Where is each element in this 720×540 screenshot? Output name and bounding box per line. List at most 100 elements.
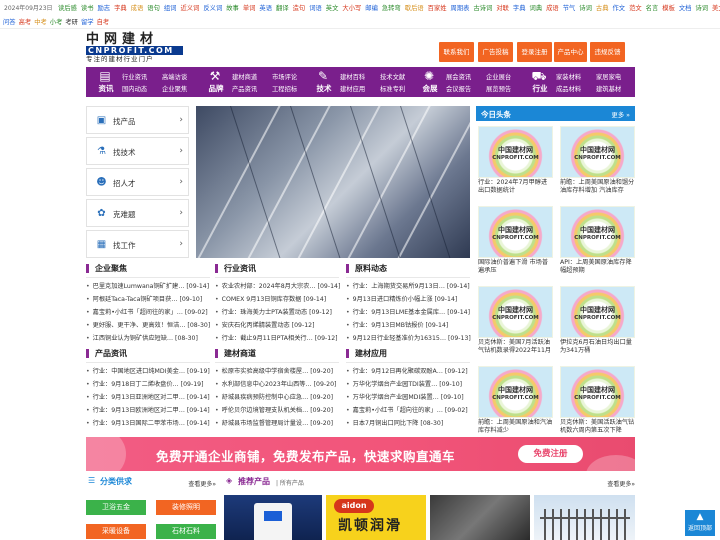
news-item[interactable]: 行业：9月13日MB钴报价 [09-14] bbox=[346, 320, 471, 329]
secondary-link[interactable]: 自考 bbox=[97, 19, 110, 26]
free-register-button[interactable]: 免费注册 bbox=[518, 445, 583, 463]
news-item[interactable]: 更好服、更干净、更高效！恒洁… [08-30] bbox=[86, 320, 211, 329]
secondary-link[interactable]: 高考 bbox=[19, 19, 32, 26]
top-link[interactable]: 语句 bbox=[147, 5, 160, 12]
top-link[interactable]: 故事 bbox=[226, 5, 239, 12]
nav-link[interactable]: 会议报告 bbox=[446, 84, 471, 93]
news-item[interactable]: 舒城县疾病预防控制中心应急… [09-20] bbox=[215, 392, 340, 401]
category-more-link[interactable]: 查看更多» bbox=[188, 479, 216, 488]
news-item[interactable]: 行业：9月13日欧洲地区对二甲… [09-14] bbox=[86, 405, 211, 414]
nav-link[interactable]: 产品资讯 bbox=[232, 84, 257, 93]
top-link[interactable]: 成语 bbox=[131, 5, 144, 12]
top-link[interactable]: 范文 bbox=[629, 5, 642, 12]
news-item[interactable]: 行业：截止9月11日PTA相关行… [09-12] bbox=[215, 333, 340, 342]
headlines-more-link[interactable]: 更多 » bbox=[612, 110, 630, 119]
left-menu-item[interactable]: ▦ 找工作 › bbox=[86, 230, 189, 258]
news-section-title[interactable]: 建材应用 bbox=[346, 349, 387, 358]
news-item[interactable]: 舒城县市场监督管理局计量设… [09-20] bbox=[215, 418, 340, 427]
news-item[interactable]: 万华化学烟台产业园TDI装置… [09-10] bbox=[346, 379, 471, 388]
top-link[interactable]: 模板 bbox=[662, 5, 675, 12]
top-link[interactable]: 节气 bbox=[563, 5, 576, 12]
news-item[interactable]: 行业：中国地区进口纯MDI美金… [09-19] bbox=[86, 366, 211, 375]
news-item[interactable]: 9月12日行业轻基准价为16315… [09-13] bbox=[346, 333, 471, 342]
nav-link[interactable]: 企业展台 bbox=[486, 72, 511, 81]
left-menu-item[interactable]: ✿ 克难题 › bbox=[86, 199, 189, 227]
news-section-title[interactable]: 建材商道 bbox=[215, 349, 256, 358]
top-link[interactable]: 励志 bbox=[97, 5, 110, 12]
nav-link[interactable]: 企业聚焦 bbox=[162, 84, 187, 93]
news-item[interactable]: 行业：9月12日再化聚碳双酚A… [09-12] bbox=[346, 366, 471, 375]
top-link[interactable]: 名言 bbox=[646, 5, 659, 12]
nav-link[interactable]: 展会资讯 bbox=[446, 72, 471, 81]
product-image-kaidun-lube[interactable]: aidon 凯顿润滑 bbox=[326, 495, 426, 540]
news-item[interactable]: 嘉宝莉•小红书「超间往的家」… [09-02] bbox=[86, 307, 211, 316]
category-button[interactable]: 采暖设备 bbox=[86, 524, 146, 539]
secondary-link[interactable]: 留学 bbox=[81, 19, 94, 26]
nav-link[interactable]: 建材百科 bbox=[340, 72, 365, 81]
top-link[interactable]: 古典 bbox=[596, 5, 609, 12]
nav-title[interactable]: 品牌 bbox=[202, 83, 230, 94]
top-link[interactable]: 百家姓 bbox=[428, 5, 447, 12]
category-button[interactable]: 装修照明 bbox=[156, 500, 216, 515]
news-section-title[interactable]: 产品资讯 bbox=[86, 349, 127, 358]
top-link[interactable]: 造句 bbox=[293, 5, 306, 12]
secondary-link[interactable]: 问答 bbox=[3, 19, 16, 26]
top-link[interactable]: 文档 bbox=[679, 5, 692, 12]
news-item[interactable]: 行业：9月13日亚洲地区对二甲… [09-14] bbox=[86, 392, 211, 401]
top-link[interactable]: 作文 bbox=[612, 5, 625, 12]
news-item[interactable]: 水利部信息中心2023年山西等… [09-20] bbox=[215, 379, 340, 388]
top-link[interactable]: 字典 bbox=[114, 5, 127, 12]
products-more-link[interactable]: 查看更多» bbox=[607, 479, 635, 488]
top-link[interactable]: 美文 bbox=[712, 5, 720, 12]
all-products-link[interactable]: | 所有产品 bbox=[276, 478, 304, 487]
product-center-button[interactable]: 产品中心 bbox=[554, 42, 587, 62]
nav-link[interactable]: 建材商道 bbox=[232, 72, 257, 81]
site-logo[interactable]: 中网建材 CNPROFIT.COM 专注的建材行业门户 bbox=[86, 33, 186, 65]
news-item[interactable]: 江西铜业认为铜矿供应短缺… [08-30] bbox=[86, 333, 211, 342]
news-item[interactable]: 嘉宝莉•小红书「超向往的家」… [09-02] bbox=[346, 405, 471, 414]
top-link[interactable]: 大小写 bbox=[342, 5, 361, 12]
news-item[interactable]: 9月13日进口精炼价小幅上涨 [09-14] bbox=[346, 294, 471, 303]
top-link[interactable]: 词典 bbox=[530, 5, 543, 12]
secondary-link[interactable]: 小考 bbox=[50, 19, 63, 26]
nav-link[interactable]: 工程招标 bbox=[272, 84, 297, 93]
news-item[interactable]: 行业：珠海美力士PTA装置动态 [09-12] bbox=[215, 307, 340, 316]
top-link[interactable]: 字典 bbox=[513, 5, 526, 12]
top-link[interactable]: 诗词 bbox=[579, 5, 592, 12]
nav-title[interactable]: 技术 bbox=[310, 83, 338, 94]
product-image-paint-bucket[interactable] bbox=[224, 495, 322, 540]
news-section-title[interactable]: 原料动态 bbox=[346, 264, 387, 273]
news-item[interactable]: 行业：9月13日LME基本金属库… [09-14] bbox=[346, 307, 471, 316]
login-register-button[interactable]: 登录注册 bbox=[517, 42, 552, 62]
news-item[interactable]: 呼伦贝尔边境管理支队机关档… [09-20] bbox=[215, 405, 340, 414]
top-link[interactable]: 邮编 bbox=[365, 5, 378, 12]
back-to-top-button[interactable]: ▲ 返回顶部 bbox=[685, 510, 715, 536]
top-link[interactable]: 近义词 bbox=[180, 5, 199, 12]
top-link[interactable]: 歇后语 bbox=[405, 5, 424, 12]
news-item[interactable]: 万华化学烟台产业园MDI装置… [09-10] bbox=[346, 392, 471, 401]
nav-link[interactable]: 建材应用 bbox=[340, 84, 365, 93]
hero-banner[interactable] bbox=[196, 106, 470, 258]
top-link[interactable]: 急转弯 bbox=[382, 5, 401, 12]
product-image-display[interactable] bbox=[430, 495, 530, 540]
left-menu-item[interactable]: ⚗ 找技术 › bbox=[86, 137, 189, 165]
top-link[interactable]: 组词 bbox=[164, 5, 177, 12]
nav-title[interactable]: 资讯 bbox=[92, 83, 120, 94]
top-link[interactable]: 词语 bbox=[309, 5, 322, 12]
nav-link[interactable]: 技术文献 bbox=[380, 72, 405, 81]
nav-link[interactable]: 市场评论 bbox=[272, 72, 297, 81]
news-item[interactable]: 行业：9月18日丁二烯收盘价… [09-19] bbox=[86, 379, 211, 388]
top-link[interactable]: 诗词 bbox=[695, 5, 708, 12]
free-register-banner[interactable]: 免费开通企业商铺，免费发布产品，快速求购直通车 免费注册 bbox=[86, 437, 635, 471]
nav-link[interactable]: 建筑基材 bbox=[596, 84, 621, 93]
product-image-railing[interactable] bbox=[534, 495, 635, 540]
news-item[interactable]: 农业农村部：2024年8月大宗农… [09-14] bbox=[215, 281, 340, 290]
secondary-link[interactable]: 中考 bbox=[34, 19, 47, 26]
top-link[interactable]: 读书 bbox=[81, 5, 94, 12]
news-item[interactable]: 阿根廷Taca-Taca铜矿项目获… [09-10] bbox=[86, 294, 211, 303]
top-link[interactable]: 周期表 bbox=[451, 5, 470, 12]
nav-link[interactable]: 行业资讯 bbox=[122, 72, 147, 81]
top-link[interactable]: 英语 bbox=[259, 5, 272, 12]
news-item[interactable]: 日本7月铜出口同比下降 [08-30] bbox=[346, 418, 471, 427]
contact-us-button[interactable]: 联系我们 bbox=[439, 42, 474, 62]
